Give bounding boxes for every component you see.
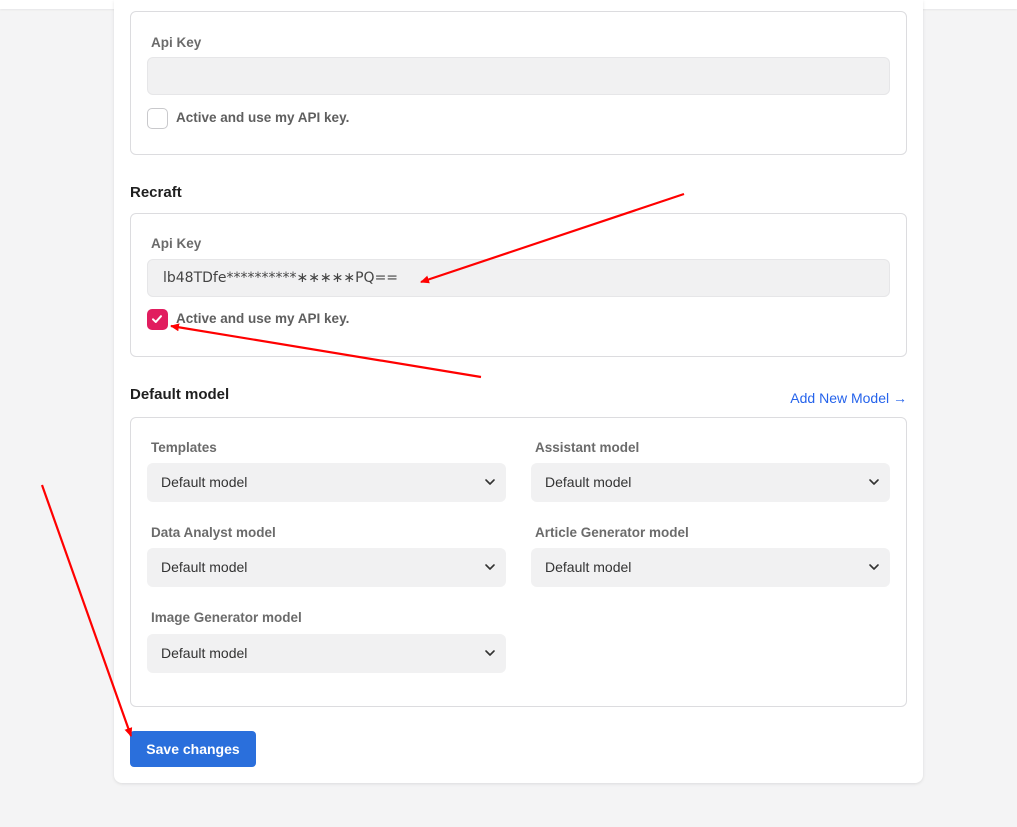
recraft-box: Api Key lb48TDfe**********∗∗∗∗∗PQ== Acti… — [130, 213, 907, 357]
recraft-active-checkbox[interactable] — [147, 309, 168, 330]
data-analyst-model-select[interactable]: Default model — [147, 548, 506, 587]
save-changes-button[interactable]: Save changes — [130, 731, 256, 767]
active-api-key-checkbox[interactable] — [147, 108, 168, 129]
article-generator-model-label: Article Generator model — [535, 525, 689, 540]
data-analyst-model-select-value: Default model — [161, 559, 248, 575]
default-model-title: Default model — [130, 386, 230, 403]
active-api-key-label: Active and use my API key. — [176, 110, 350, 125]
api-key-input[interactable] — [147, 57, 890, 95]
assistant-model-label: Assistant model — [535, 440, 640, 455]
article-generator-model-select-value: Default model — [545, 559, 632, 575]
check-icon — [152, 315, 162, 323]
add-new-model-link[interactable]: Add New Model → — [790, 390, 907, 406]
image-generator-model-select-value: Default model — [161, 645, 248, 661]
recraft-api-key-input[interactable]: lb48TDfe**********∗∗∗∗∗PQ== — [147, 259, 890, 297]
api-key-label: Api Key — [151, 35, 202, 50]
templates-select-value: Default model — [161, 474, 248, 490]
chevron-down-icon — [485, 479, 495, 485]
templates-label: Templates — [151, 440, 217, 455]
article-generator-model-select[interactable]: Default model — [531, 548, 890, 587]
image-generator-model-select[interactable]: Default model — [147, 634, 506, 673]
data-analyst-model-label: Data Analyst model — [151, 525, 276, 540]
recraft-active-label: Active and use my API key. — [176, 311, 350, 326]
default-model-box: Templates Default model Assistant model … — [130, 417, 907, 707]
assistant-model-select[interactable]: Default model — [531, 463, 890, 502]
chevron-down-icon — [485, 564, 495, 570]
chevron-down-icon — [869, 479, 879, 485]
chevron-down-icon — [869, 564, 879, 570]
recraft-title: Recraft — [130, 184, 182, 201]
recraft-api-key-label: Api Key — [151, 236, 202, 251]
chevron-down-icon — [485, 650, 495, 656]
templates-select[interactable]: Default model — [147, 463, 506, 502]
settings-card: Api Key Active and use my API key. Recra… — [114, 0, 923, 783]
api-key-box-top: Api Key Active and use my API key. — [130, 11, 907, 155]
assistant-model-select-value: Default model — [545, 474, 632, 490]
image-generator-model-label: Image Generator model — [151, 610, 302, 625]
